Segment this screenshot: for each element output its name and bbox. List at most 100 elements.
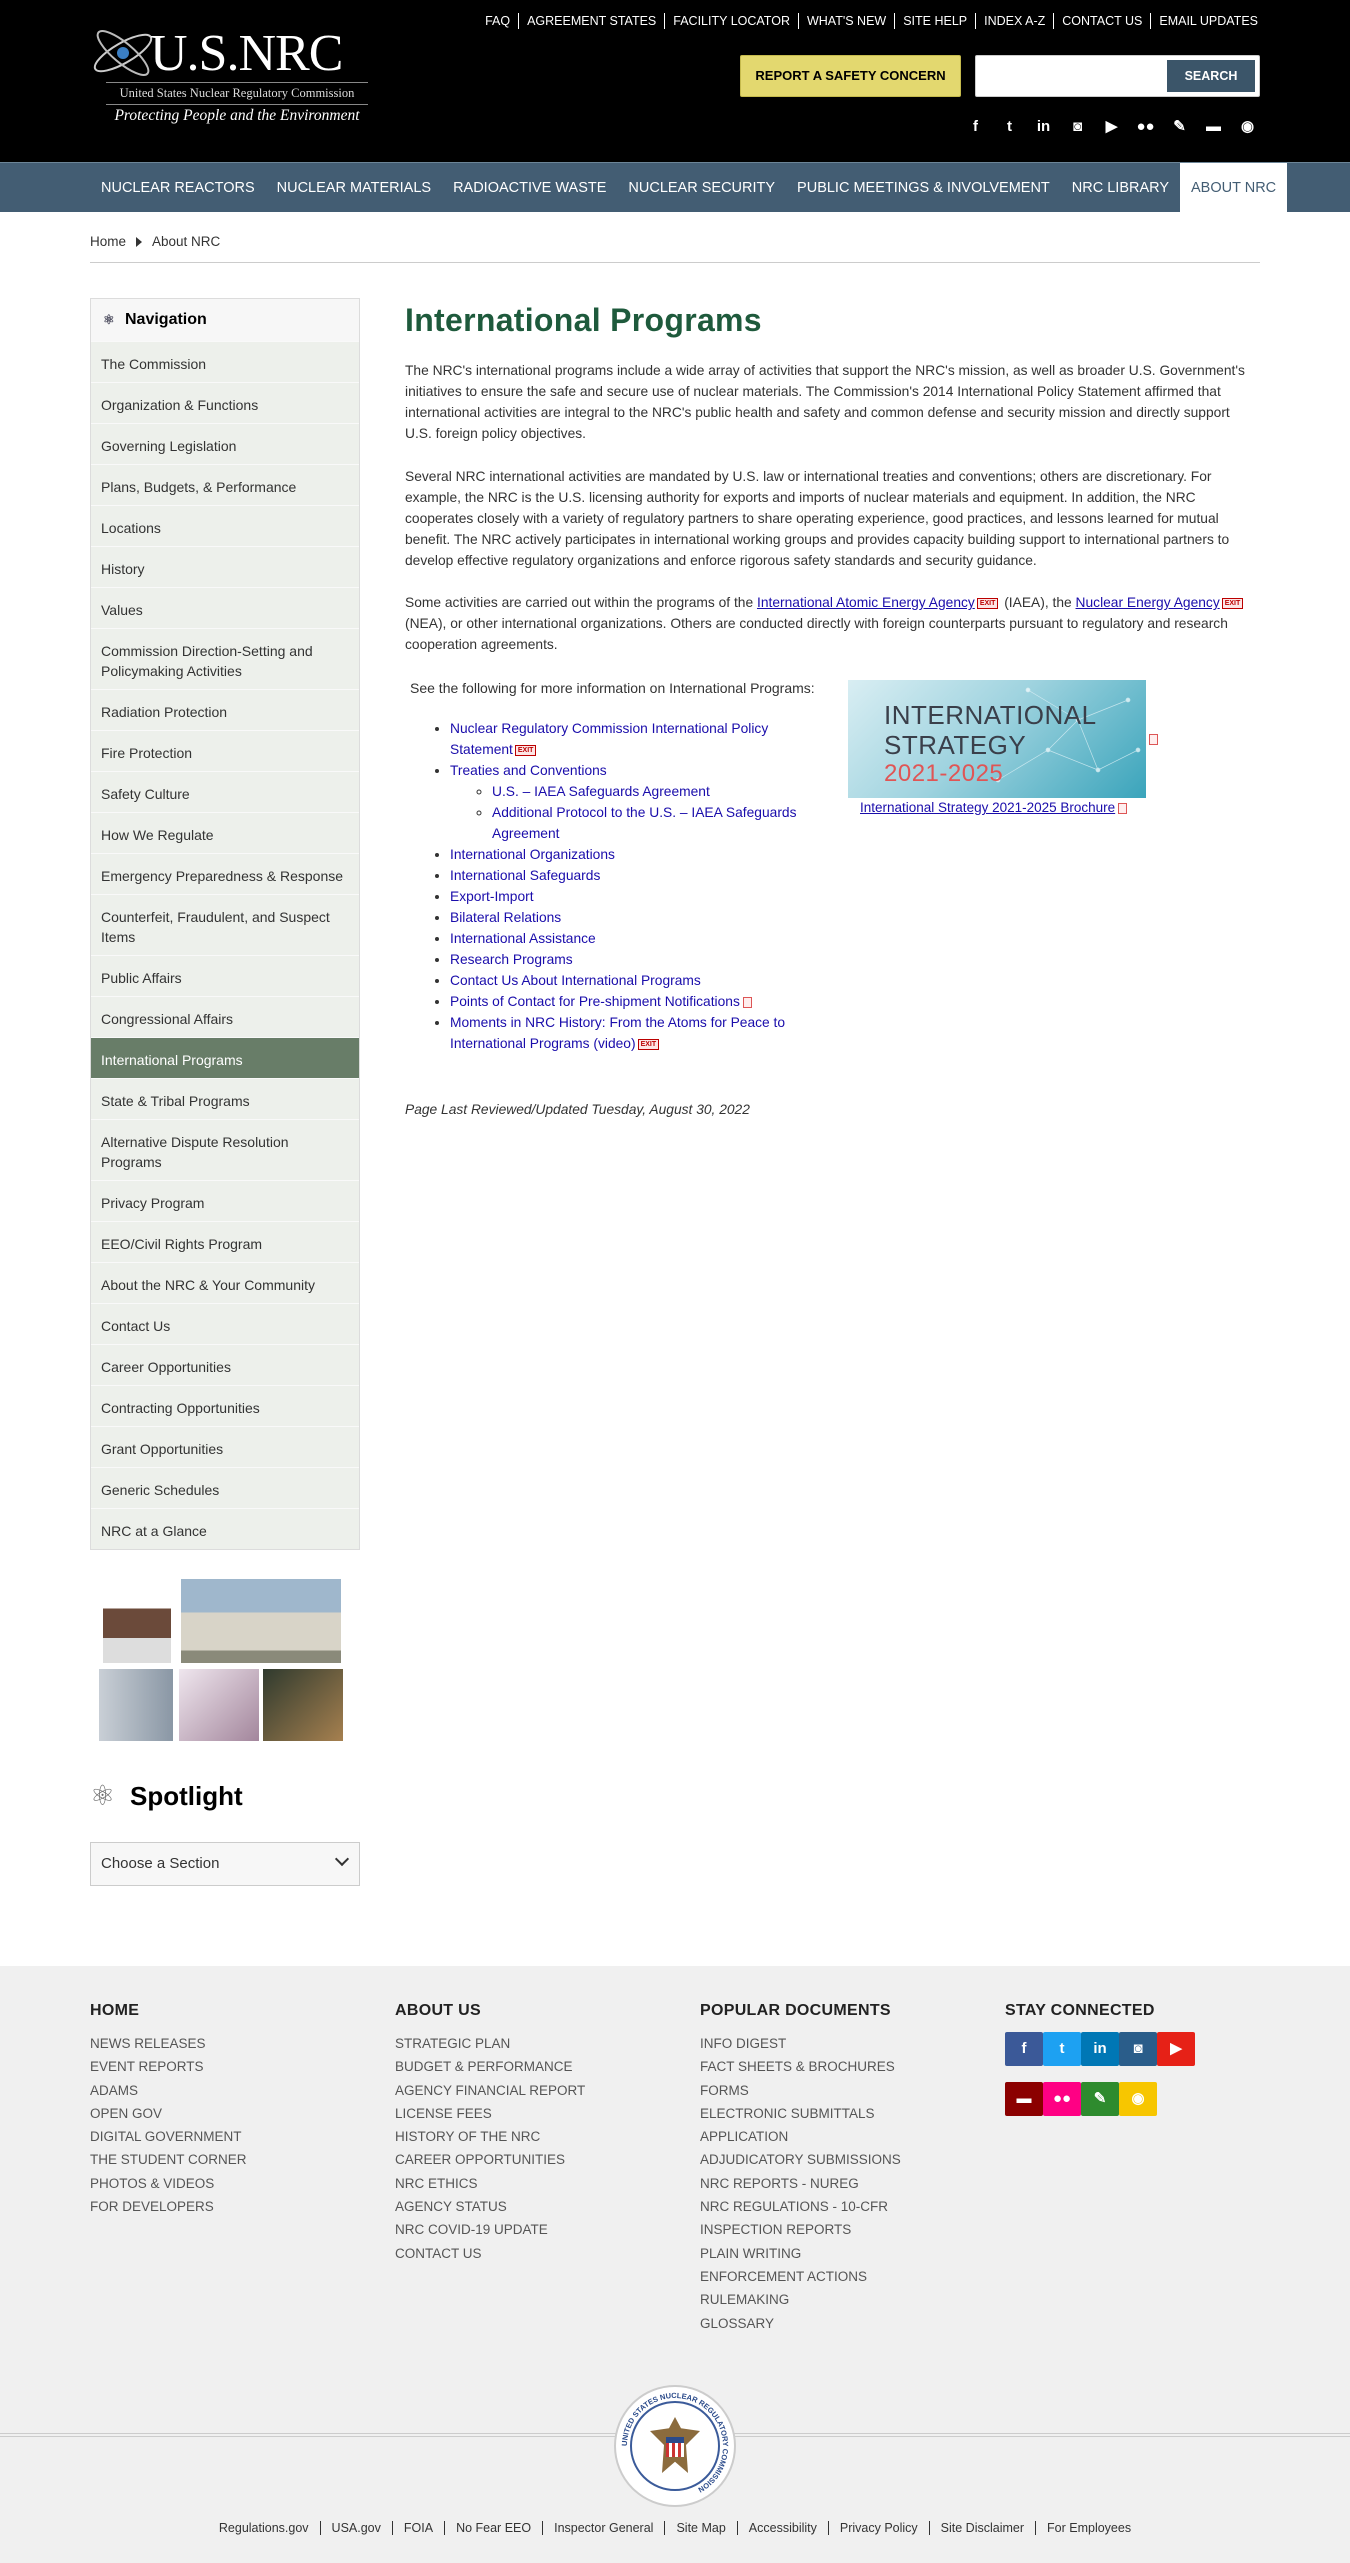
footer-heading[interactable]: ABOUT US — [395, 2002, 585, 2020]
footer-link[interactable]: DIGITAL GOVERNMENT — [90, 2125, 247, 2148]
rss-icon[interactable]: ◉ — [1119, 2082, 1157, 2116]
brochure-link[interactable]: International Strategy 2021-2025 Brochur… — [860, 800, 1158, 815]
blog-icon[interactable]: ✎ — [1081, 2082, 1119, 2116]
nav-radioactive-waste[interactable]: RADIOACTIVE WASTE — [442, 163, 617, 213]
nav-nuclear-reactors[interactable]: NUCLEAR REACTORS — [90, 163, 266, 213]
organizations-link[interactable]: International Organizations — [450, 847, 615, 862]
nea-link[interactable]: Nuclear Energy Agency — [1076, 595, 1220, 610]
instagram-icon[interactable]: ◙ — [1067, 116, 1088, 137]
footer-link[interactable]: NEWS RELEASES — [90, 2032, 247, 2055]
youtube-icon[interactable]: ▶ — [1157, 2032, 1195, 2066]
nrc-logo[interactable]: U.S.NRC United States Nuclear Regulatory… — [88, 18, 368, 128]
footer-bottom-link[interactable]: Site Disclaimer — [928, 2521, 1035, 2535]
footer-link[interactable]: LICENSE FEES — [395, 2102, 585, 2125]
sidebar-item[interactable]: Grant Opportunities — [91, 1426, 359, 1467]
sidebar-item[interactable]: Contact Us — [91, 1303, 359, 1344]
footer-bottom-link[interactable]: Privacy Policy — [827, 2521, 929, 2535]
sidebar-item-international-programs[interactable]: International Programs — [91, 1037, 359, 1078]
linkedin-icon[interactable]: in — [1033, 116, 1054, 137]
footer-bottom-link[interactable]: FOIA — [391, 2521, 444, 2535]
footer-link[interactable]: APPLICATION — [700, 2125, 901, 2148]
sidebar-item[interactable]: Alternative Dispute Resolution Programs — [91, 1119, 359, 1180]
sidebar-item[interactable]: Congressional Affairs — [91, 996, 359, 1037]
breadcrumb-home[interactable]: Home — [90, 234, 126, 249]
sidebar-item[interactable]: Locations — [91, 505, 359, 546]
footer-bottom-link[interactable]: Regulations.gov — [208, 2521, 320, 2535]
search-button[interactable]: SEARCH — [1167, 60, 1255, 92]
additional-protocol-link[interactable]: Additional Protocol to the U.S. – IAEA S… — [492, 805, 796, 841]
footer-link[interactable]: CAREER OPPORTUNITIES — [395, 2148, 585, 2171]
twitter-icon[interactable]: t — [1043, 2032, 1081, 2066]
nav-nuclear-security[interactable]: NUCLEAR SECURITY — [617, 163, 786, 213]
footer-heading[interactable]: POPULAR DOCUMENTS — [700, 2002, 901, 2020]
sidebar-item[interactable]: Plans, Budgets, & Performance — [91, 464, 359, 505]
sidebar-item[interactable]: EEO/Civil Rights Program — [91, 1221, 359, 1262]
footer-link[interactable]: FORMS — [700, 2079, 901, 2102]
sidebar-item[interactable]: Safety Culture — [91, 771, 359, 812]
sidebar-item[interactable]: Governing Legislation — [91, 423, 359, 464]
blog-icon[interactable]: ✎ — [1169, 116, 1190, 137]
sidebar-item[interactable]: Fire Protection — [91, 730, 359, 771]
safeguards-agreement-link[interactable]: U.S. – IAEA Safeguards Agreement — [492, 784, 710, 799]
bilateral-link[interactable]: Bilateral Relations — [450, 910, 561, 925]
footer-link[interactable]: STRATEGIC PLAN — [395, 2032, 585, 2055]
utility-link-facility-locator[interactable]: FACILITY LOCATOR — [664, 13, 798, 29]
footer-link[interactable]: FACT SHEETS & BROCHURES — [700, 2055, 901, 2078]
footer-bottom-link[interactable]: Site Map — [664, 2521, 736, 2535]
sidebar-item[interactable]: Emergency Preparedness & Response — [91, 853, 359, 894]
footer-link[interactable]: INSPECTION REPORTS — [700, 2218, 901, 2241]
footer-link[interactable]: RULEMAKING — [700, 2288, 901, 2311]
safeguards-link[interactable]: International Safeguards — [450, 868, 600, 883]
utility-link-faq[interactable]: FAQ — [477, 13, 518, 29]
sidebar-item[interactable]: NRC at a Glance — [91, 1508, 359, 1549]
footer-link[interactable]: ADJUDICATORY SUBMISSIONS — [700, 2148, 901, 2171]
moments-video-link[interactable]: Moments in NRC History: From the Atoms f… — [450, 1015, 785, 1051]
footer-link[interactable]: HISTORY OF THE NRC — [395, 2125, 585, 2148]
section-select[interactable]: Choose a Section — [90, 1842, 360, 1886]
footer-link[interactable]: CONTACT US — [395, 2242, 585, 2265]
footer-link[interactable]: AGENCY FINANCIAL REPORT — [395, 2079, 585, 2102]
footer-link[interactable]: BUDGET & PERFORMANCE — [395, 2055, 585, 2078]
sidebar-item[interactable]: Generic Schedules — [91, 1467, 359, 1508]
comment-icon[interactable]: ▬ — [1005, 2082, 1043, 2116]
facebook-icon[interactable]: f — [1005, 2032, 1043, 2066]
report-safety-concern-button[interactable]: REPORT A SAFETY CONCERN — [740, 55, 961, 97]
search-input[interactable] — [980, 60, 1140, 92]
youtube-icon[interactable]: ▶ — [1101, 116, 1122, 137]
sidebar-item[interactable]: Organization & Functions — [91, 382, 359, 423]
sidebar-item[interactable]: Privacy Program — [91, 1180, 359, 1221]
nav-nrc-library[interactable]: NRC LIBRARY — [1061, 163, 1180, 213]
footer-link[interactable]: NRC REPORTS - NUREG — [700, 2172, 901, 2195]
footer-link[interactable]: GLOSSARY — [700, 2312, 901, 2335]
footer-link[interactable]: NRC ETHICS — [395, 2172, 585, 2195]
sidebar-item[interactable]: About the NRC & Your Community — [91, 1262, 359, 1303]
sidebar-item[interactable]: Radiation Protection — [91, 689, 359, 730]
sidebar-item[interactable]: Commission Direction-Setting and Policym… — [91, 628, 359, 689]
linkedin-icon[interactable]: in — [1081, 2032, 1119, 2066]
footer-link[interactable]: EVENT REPORTS — [90, 2055, 247, 2078]
sidebar-item[interactable]: Public Affairs — [91, 955, 359, 996]
footer-bottom-link[interactable]: Inspector General — [542, 2521, 664, 2535]
footer-link[interactable]: OPEN GOV — [90, 2102, 247, 2125]
export-import-link[interactable]: Export-Import — [450, 889, 534, 904]
footer-link[interactable]: ADAMS — [90, 2079, 247, 2102]
footer-link[interactable]: PLAIN WRITING — [700, 2242, 901, 2265]
footer-bottom-link[interactable]: USA.gov — [319, 2521, 392, 2535]
footer-link[interactable]: PHOTOS & VIDEOS — [90, 2172, 247, 2195]
footer-heading[interactable]: HOME — [90, 2002, 247, 2020]
iaea-link[interactable]: International Atomic Energy Agency — [757, 595, 975, 610]
utility-link-site-help[interactable]: SITE HELP — [894, 13, 975, 29]
footer-link[interactable]: THE STUDENT CORNER — [90, 2148, 247, 2171]
footer-link[interactable]: ELECTRONIC SUBMITTALS — [700, 2102, 901, 2125]
nav-about-nrc[interactable]: ABOUT NRC — [1180, 163, 1288, 213]
utility-link-index[interactable]: INDEX A-Z — [975, 13, 1053, 29]
footer-link[interactable]: AGENCY STATUS — [395, 2195, 585, 2218]
footer-link[interactable]: NRC COVID-19 UPDATE — [395, 2218, 585, 2241]
contact-international-link[interactable]: Contact Us About International Programs — [450, 973, 701, 988]
nav-nuclear-materials[interactable]: NUCLEAR MATERIALS — [266, 163, 442, 213]
sidebar-item[interactable]: Counterfeit, Fraudulent, and Suspect Ite… — [91, 894, 359, 955]
footer-link[interactable]: NRC REGULATIONS - 10-CFR — [700, 2195, 901, 2218]
sidebar-item[interactable]: Values — [91, 587, 359, 628]
sidebar-item[interactable]: State & Tribal Programs — [91, 1078, 359, 1119]
comment-icon[interactable]: ▬ — [1203, 116, 1224, 137]
